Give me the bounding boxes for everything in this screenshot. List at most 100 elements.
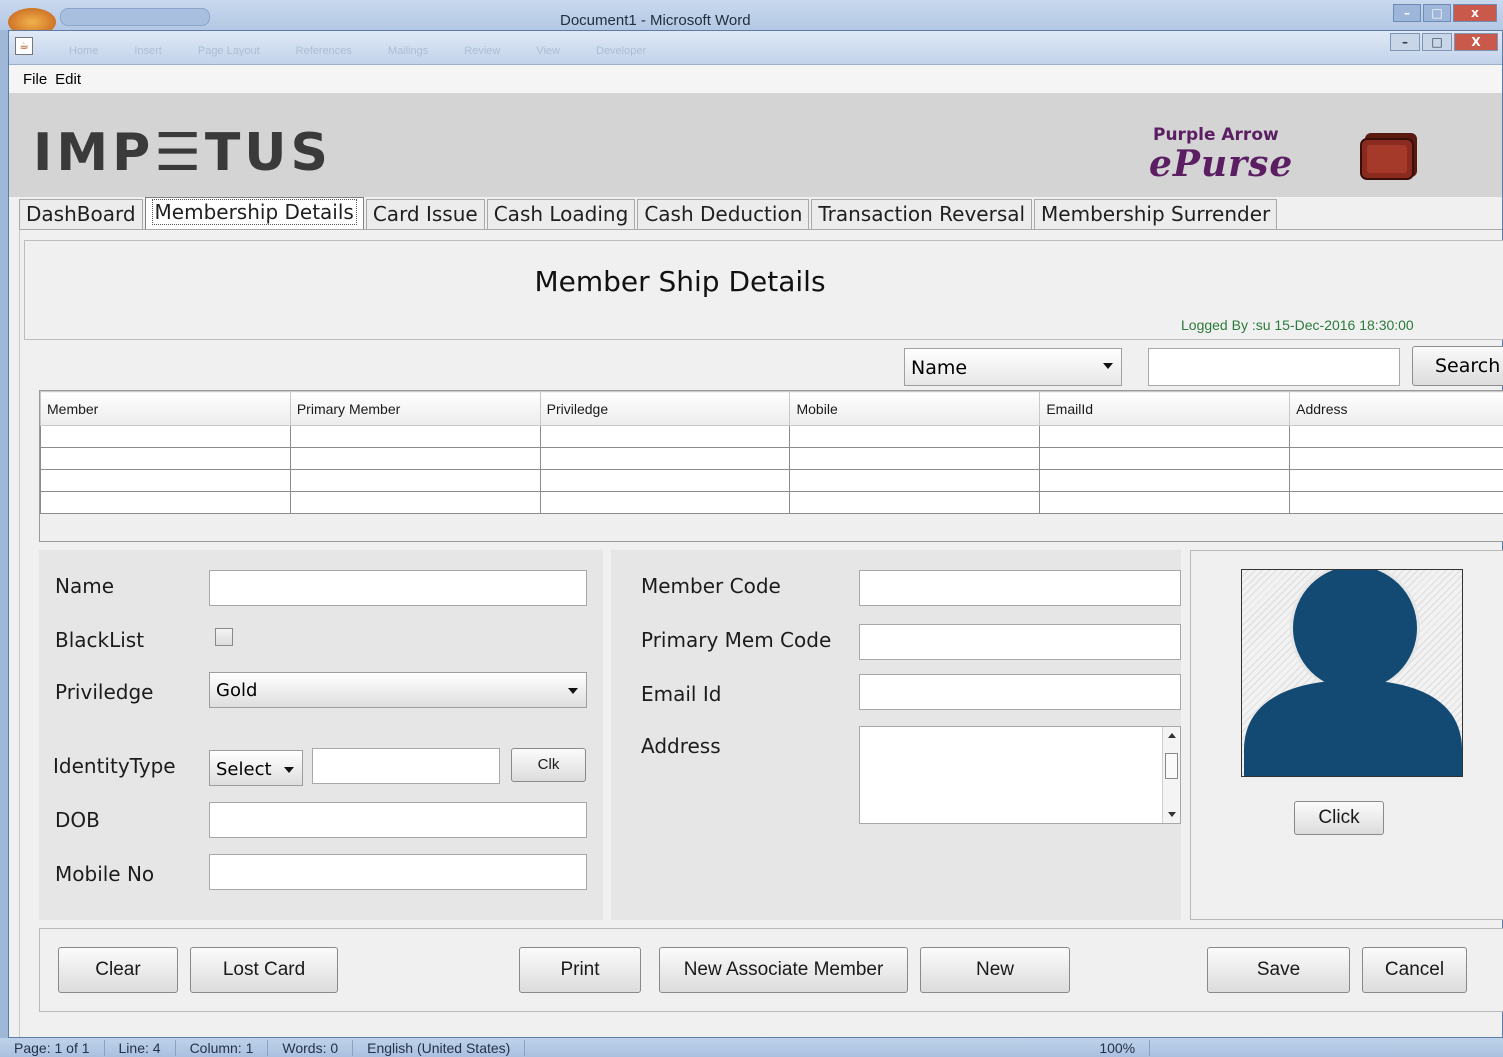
- tab-transaction-reversal[interactable]: Transaction Reversal: [811, 199, 1033, 229]
- cancel-button[interactable]: Cancel: [1362, 947, 1467, 993]
- close-icon[interactable]: x: [1453, 4, 1497, 22]
- table-cell[interactable]: [1039, 447, 1291, 470]
- table-row[interactable]: [40, 469, 1503, 492]
- new-button[interactable]: New: [920, 947, 1070, 993]
- menu-edit[interactable]: Edit: [55, 71, 81, 88]
- address-label: Address: [641, 734, 721, 758]
- maximize-icon[interactable]: □: [1423, 4, 1451, 22]
- table-row[interactable]: [40, 425, 1503, 448]
- identity-type-label: IdentityType: [53, 754, 176, 778]
- tab-membership-surrender[interactable]: Membership Surrender: [1034, 199, 1278, 229]
- save-button[interactable]: Save: [1207, 947, 1350, 993]
- scroll-down-icon[interactable]: [1168, 812, 1176, 817]
- wallet-icon: [1360, 133, 1417, 180]
- table-cell[interactable]: [40, 491, 291, 514]
- member-form-middle: Member Code Primary Mem Code Email Id Ad…: [611, 550, 1181, 920]
- faded-ribbon-tabs: Home Insert Page Layout References Maili…: [69, 45, 647, 57]
- status-words: Words: 0: [268, 1039, 354, 1056]
- print-button[interactable]: Print: [519, 947, 641, 993]
- menu-file[interactable]: File: [23, 71, 47, 88]
- search-field-select[interactable]: Name: [904, 348, 1122, 386]
- tab-card-issue[interactable]: Card Issue: [365, 199, 485, 229]
- search-button[interactable]: Search: [1412, 346, 1503, 386]
- status-line: Line: 4: [105, 1039, 176, 1056]
- address-textarea[interactable]: [859, 726, 1181, 824]
- table-cell[interactable]: [539, 491, 791, 514]
- logged-by-status: Logged By :su 15-Dec-2016 18:30:00: [1181, 317, 1414, 333]
- app-close-icon[interactable]: X: [1454, 33, 1498, 51]
- table-cell[interactable]: [789, 491, 1041, 514]
- tab-cash-loading[interactable]: Cash Loading: [486, 199, 636, 229]
- priviledge-select[interactable]: Gold: [209, 672, 587, 708]
- table-cell[interactable]: [289, 469, 541, 492]
- mobile-field[interactable]: [209, 854, 587, 890]
- email-field[interactable]: [859, 674, 1181, 710]
- table-cell[interactable]: [1039, 469, 1291, 492]
- app-maximize-icon[interactable]: □: [1422, 33, 1452, 51]
- member-code-field[interactable]: [859, 570, 1181, 606]
- new-associate-member-button[interactable]: New Associate Member: [659, 947, 908, 993]
- search-input[interactable]: [1148, 348, 1400, 386]
- table-cell[interactable]: [539, 469, 791, 492]
- table-cell[interactable]: [1289, 469, 1503, 492]
- name-label: Name: [55, 574, 115, 598]
- tab-cash-deduction[interactable]: Cash Deduction: [637, 199, 810, 229]
- table-cell[interactable]: [1289, 425, 1503, 448]
- table-cell[interactable]: [1039, 491, 1291, 514]
- blacklist-label: BlackList: [55, 628, 145, 652]
- word-window-controls: – □ x: [1393, 4, 1497, 22]
- mobile-label: Mobile No: [55, 862, 155, 886]
- chevron-down-icon: [1103, 363, 1113, 369]
- word-left-border: [0, 30, 8, 1040]
- status-language: English (United States): [353, 1039, 526, 1056]
- app-minimize-icon[interactable]: –: [1390, 33, 1420, 51]
- column-address[interactable]: Address: [1289, 391, 1503, 426]
- table-cell[interactable]: [1289, 447, 1503, 470]
- clear-button[interactable]: Clear: [58, 947, 178, 993]
- table-cell[interactable]: [40, 425, 291, 448]
- table-cell[interactable]: [789, 425, 1041, 448]
- table-cell[interactable]: [1039, 425, 1291, 448]
- column-mobile[interactable]: Mobile: [789, 391, 1041, 426]
- photo-click-button[interactable]: Click: [1294, 801, 1384, 835]
- table-cell[interactable]: [789, 469, 1041, 492]
- member-form-left: Name BlackList Priviledge Gold IdentityT…: [39, 550, 603, 920]
- table-cell[interactable]: [289, 491, 541, 514]
- column-emailid[interactable]: EmailId: [1039, 391, 1291, 426]
- scroll-thumb[interactable]: [1165, 753, 1178, 779]
- table-cell[interactable]: [40, 469, 291, 492]
- status-zoom[interactable]: 100%: [1085, 1039, 1151, 1056]
- blacklist-checkbox[interactable]: [215, 628, 233, 646]
- table-cell[interactable]: [289, 447, 541, 470]
- dob-field[interactable]: [209, 802, 587, 838]
- identity-number-field[interactable]: [312, 748, 500, 784]
- scroll-up-icon[interactable]: [1168, 733, 1176, 738]
- identity-type-select[interactable]: Select: [209, 750, 303, 786]
- app-titlebar: ☕ Home Insert Page Layout References Mai…: [9, 31, 1502, 65]
- table-cell[interactable]: [539, 425, 791, 448]
- name-field[interactable]: [209, 570, 587, 606]
- table-row[interactable]: [40, 491, 1503, 514]
- column-primary-member[interactable]: Primary Member: [289, 391, 541, 426]
- java-app-icon: ☕: [15, 37, 33, 55]
- quick-access-toolbar[interactable]: [60, 8, 210, 26]
- clk-button[interactable]: Clk: [511, 748, 586, 782]
- lost-card-button[interactable]: Lost Card: [190, 947, 338, 993]
- table-cell[interactable]: [1289, 491, 1503, 514]
- table-cell[interactable]: [289, 425, 541, 448]
- table-header-row: Member Primary Member Priviledge Mobile …: [40, 391, 1503, 426]
- tab-membership-details[interactable]: Membership Details: [144, 197, 364, 229]
- member-code-label: Member Code: [641, 574, 781, 598]
- word-status-bar: Page: 1 of 1 Line: 4 Column: 1 Words: 0 …: [0, 1038, 1503, 1057]
- column-priviledge[interactable]: Priviledge: [539, 391, 791, 426]
- table-cell[interactable]: [539, 447, 791, 470]
- primary-mem-code-field[interactable]: [859, 624, 1181, 660]
- table-row[interactable]: [40, 447, 1503, 470]
- column-member[interactable]: Member: [40, 391, 291, 426]
- table-cell[interactable]: [789, 447, 1041, 470]
- address-scrollbar[interactable]: [1162, 727, 1180, 823]
- minimize-icon[interactable]: –: [1393, 4, 1421, 22]
- members-table: Member Primary Member Priviledge Mobile …: [40, 391, 1503, 514]
- table-cell[interactable]: [40, 447, 291, 470]
- tab-dashboard[interactable]: DashBoard: [19, 199, 143, 229]
